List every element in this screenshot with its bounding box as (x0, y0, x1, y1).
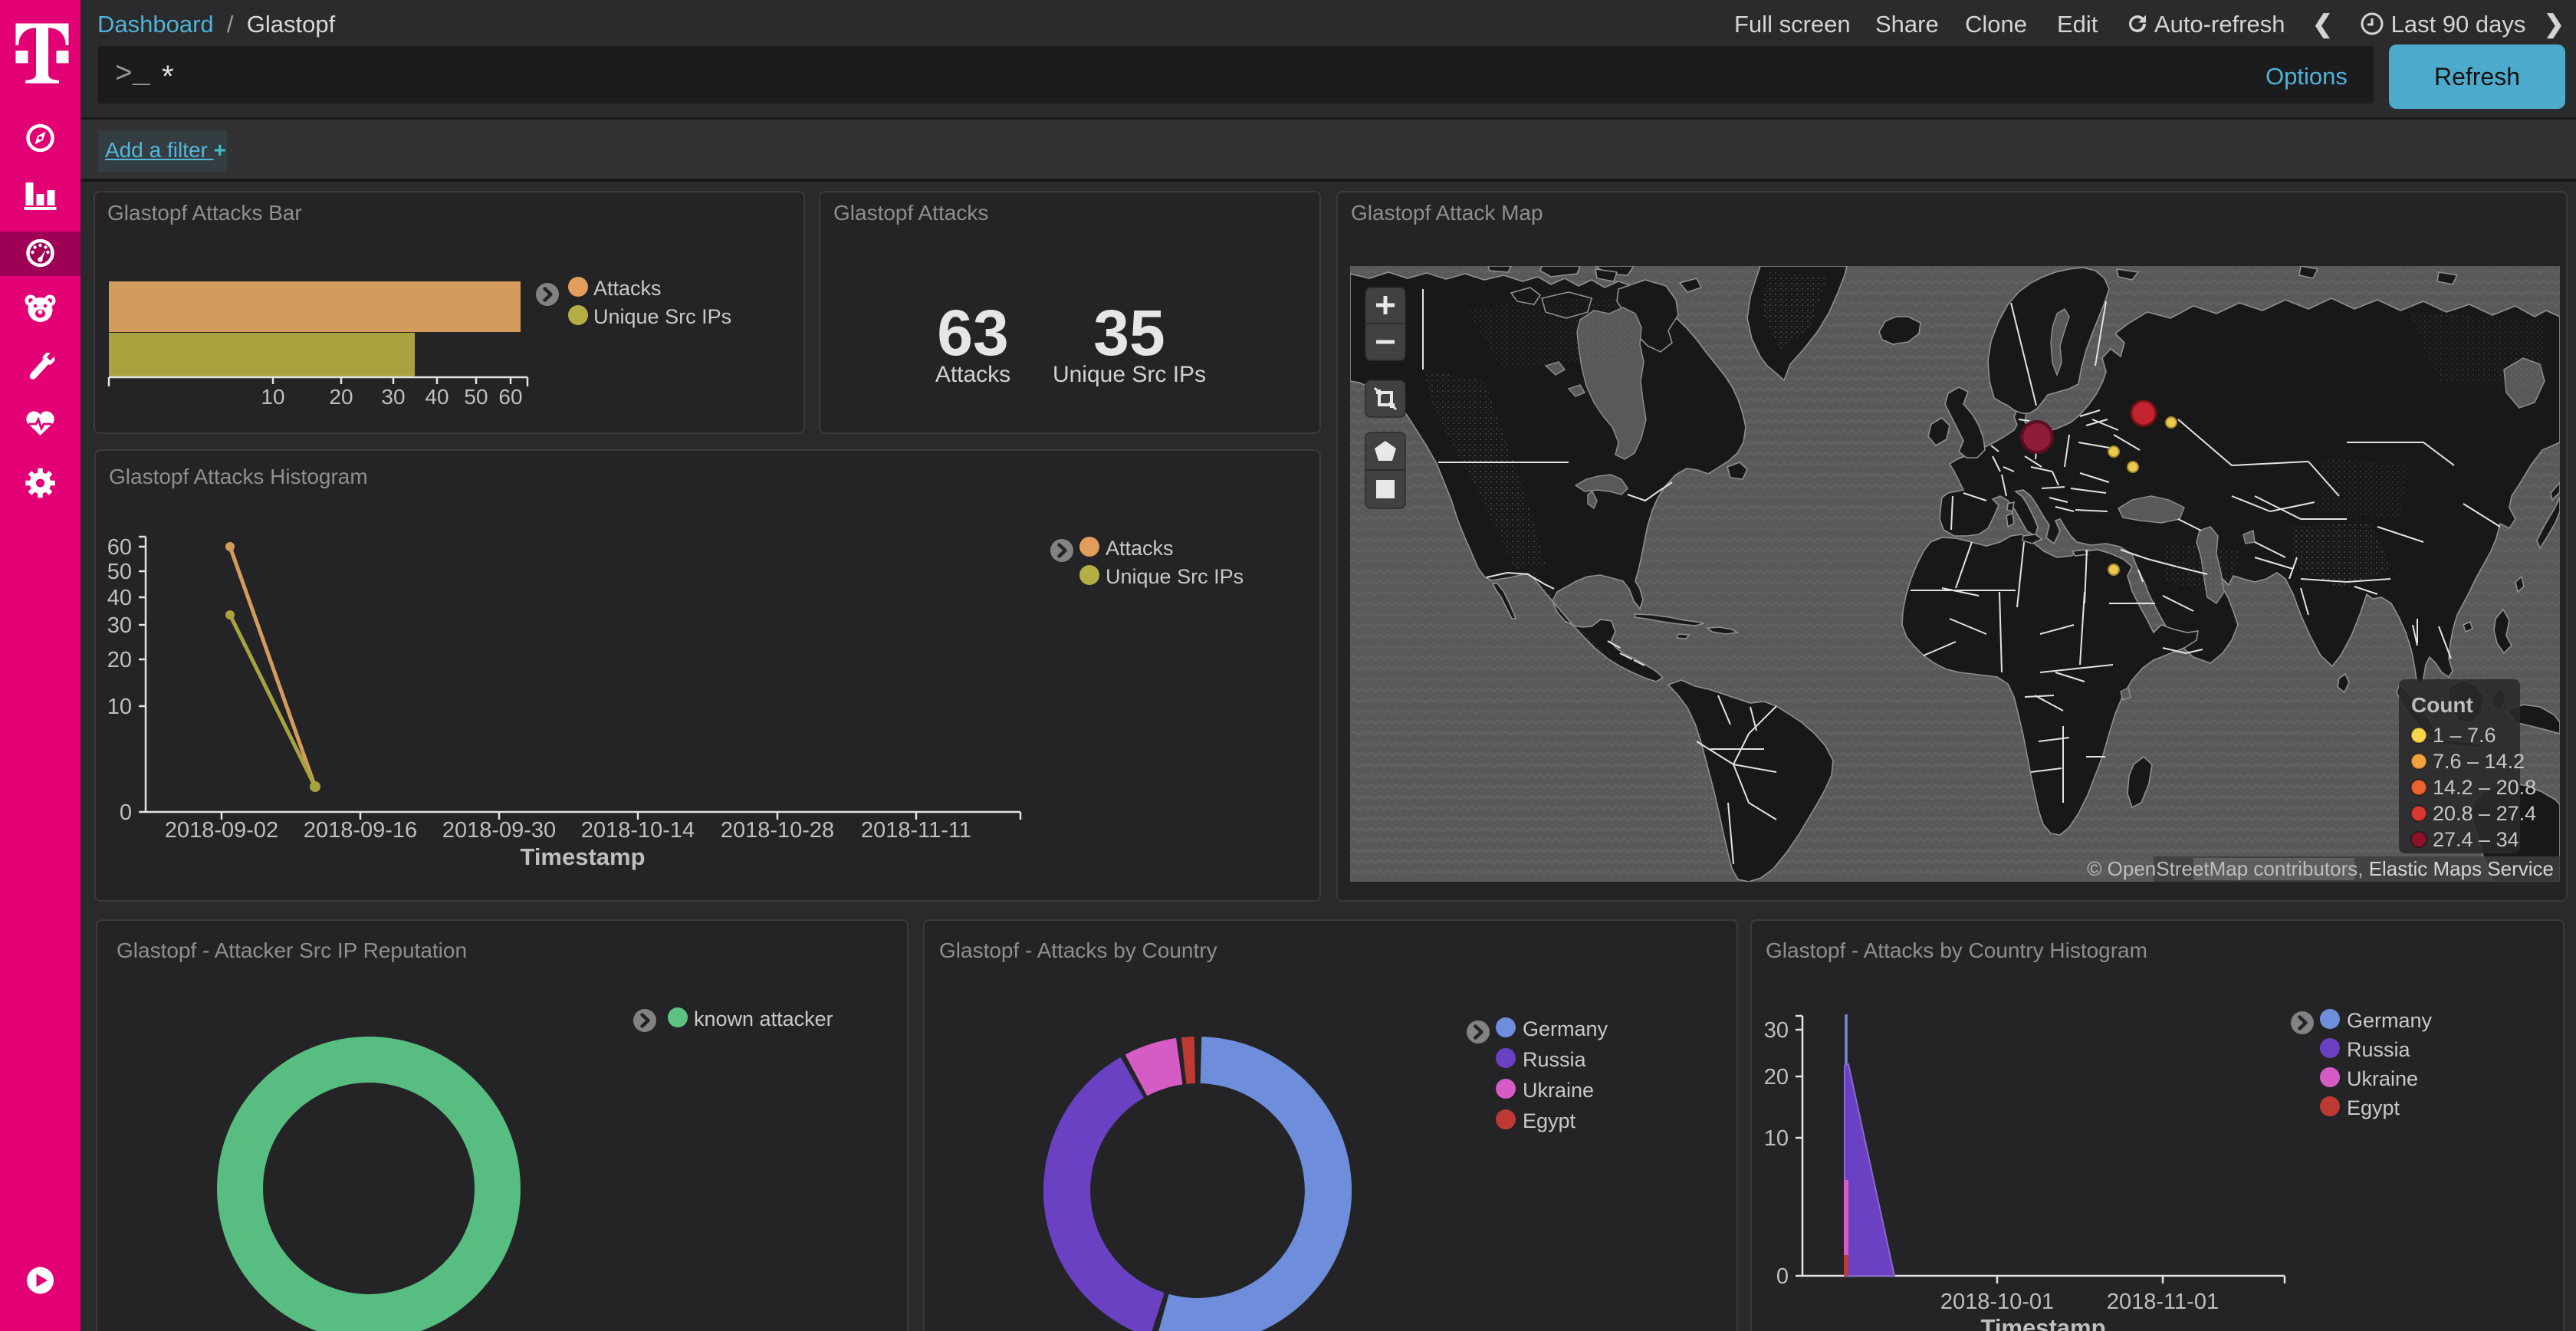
svg-text:40: 40 (107, 586, 132, 610)
svg-text:40: 40 (425, 385, 449, 409)
svg-text:Count: Count (2411, 693, 2473, 717)
svg-text:20: 20 (107, 648, 132, 672)
svg-text:Germany: Germany (1523, 1017, 1608, 1040)
svg-text:10: 10 (107, 695, 132, 719)
svg-text:2018-11-01: 2018-11-01 (2107, 1290, 2219, 1314)
svg-text:20: 20 (329, 385, 353, 409)
svg-text:10: 10 (261, 385, 284, 409)
svg-text:Attacks: Attacks (593, 277, 662, 300)
svg-text:Ukraine: Ukraine (1523, 1079, 1594, 1102)
svg-text:2018-09-02: 2018-09-02 (165, 818, 278, 843)
svg-text:20: 20 (1764, 1065, 1789, 1089)
svg-text:2018-11-11: 2018-11-11 (861, 818, 971, 843)
svg-text:50: 50 (464, 385, 488, 409)
svg-text:14.2 – 20.8: 14.2 – 20.8 (2433, 776, 2536, 799)
svg-text:known attacker: known attacker (694, 1007, 833, 1030)
svg-text:1 – 7.6: 1 – 7.6 (2433, 724, 2496, 747)
svg-text:2018-10-14: 2018-10-14 (581, 818, 695, 843)
svg-text:2018-10-01: 2018-10-01 (1940, 1290, 2054, 1314)
svg-text:Timestamp: Timestamp (1980, 1314, 2105, 1331)
svg-text:60: 60 (107, 535, 132, 560)
svg-text:50: 50 (107, 560, 132, 584)
svg-text:Russia: Russia (2347, 1038, 2411, 1061)
svg-text:20.8 – 27.4: 20.8 – 27.4 (2433, 802, 2536, 825)
svg-text:2018-10-28: 2018-10-28 (721, 818, 834, 843)
svg-text:60: 60 (498, 385, 522, 409)
svg-text:0: 0 (120, 800, 132, 825)
svg-text:2018-09-16: 2018-09-16 (304, 818, 417, 843)
svg-text:Timestamp: Timestamp (520, 843, 645, 870)
svg-text:Egypt: Egypt (2347, 1096, 2400, 1119)
svg-text:Egypt: Egypt (1523, 1109, 1576, 1132)
svg-text:10: 10 (1764, 1126, 1789, 1151)
svg-text:30: 30 (1764, 1018, 1789, 1043)
svg-text:30: 30 (381, 385, 405, 409)
svg-text:30: 30 (107, 613, 132, 638)
svg-text:Unique Src IPs: Unique Src IPs (1106, 565, 1244, 588)
svg-text:7.6 – 14.2: 7.6 – 14.2 (2433, 750, 2525, 773)
svg-text:27.4 – 34: 27.4 – 34 (2433, 828, 2519, 851)
svg-text:2018-09-30: 2018-09-30 (442, 818, 556, 843)
svg-text:Russia: Russia (1523, 1048, 1587, 1071)
svg-text:0: 0 (1776, 1264, 1789, 1289)
svg-text:Attacks: Attacks (1106, 537, 1174, 560)
svg-text:Germany: Germany (2347, 1009, 2433, 1032)
svg-text:Ukraine: Ukraine (2347, 1067, 2418, 1090)
svg-text:© OpenStreetMap contributors,: © OpenStreetMap contributors, Elastic Ma… (2087, 857, 2554, 880)
svg-text:Unique Src IPs: Unique Src IPs (593, 305, 731, 328)
